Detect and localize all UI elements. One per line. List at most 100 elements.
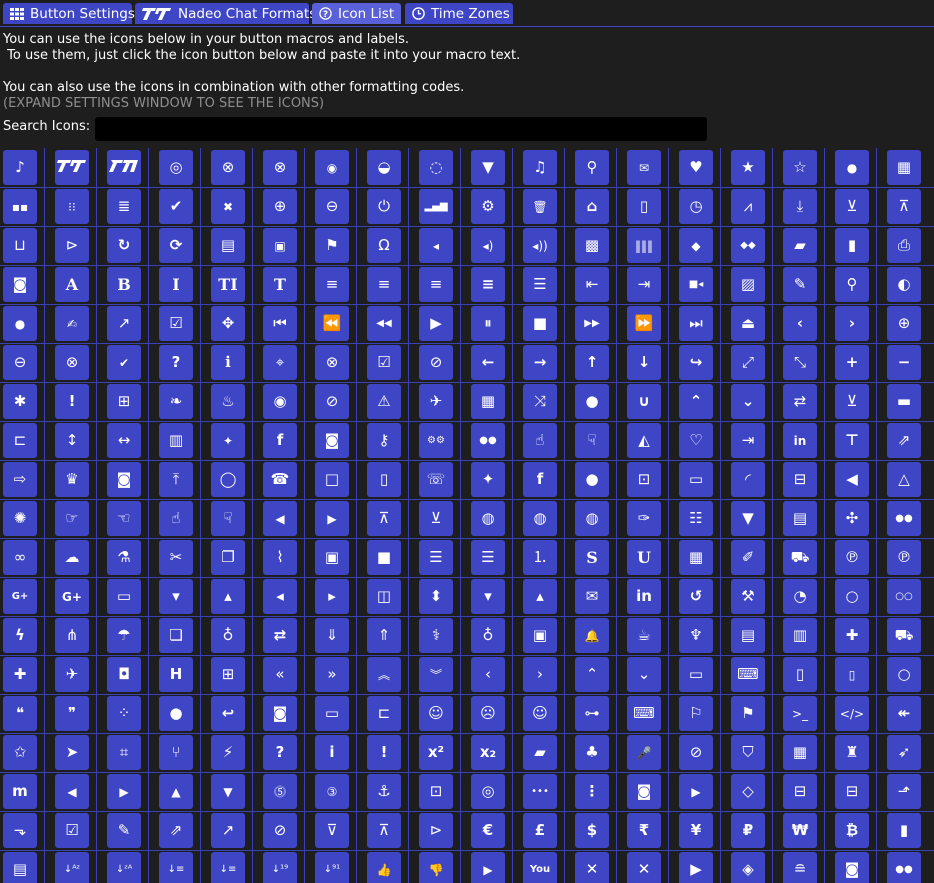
html5-icon-button[interactable]: ⓹ xyxy=(263,774,297,809)
arrow-circle-up-icon-button[interactable]: ⊼ xyxy=(887,189,921,224)
stack-overflow-icon-button[interactable]: ≘ xyxy=(783,852,817,883)
youtube-icon-button[interactable]: You xyxy=(523,852,557,883)
star-half-icon-button[interactable]: ◭ xyxy=(627,423,661,458)
pinterest-square-icon-button[interactable]: ℗ xyxy=(887,540,921,575)
file-icon-button[interactable]: ▮ xyxy=(887,813,921,848)
table-icon-button[interactable]: ▦ xyxy=(679,540,713,575)
step-forward-icon-button[interactable]: ⏭ xyxy=(679,306,713,341)
search-icon-button[interactable]: ⚲ xyxy=(575,150,609,185)
puzzle-piece-icon-button[interactable]: ♣ xyxy=(575,735,609,770)
star-outline-icon-button[interactable]: ☆ xyxy=(783,150,817,185)
tiktok-icon-button[interactable]: ♪ xyxy=(3,150,37,185)
users-icon-button[interactable]: ●● xyxy=(887,501,921,536)
bookmark-icon-button[interactable]: ▮ xyxy=(835,228,869,263)
link-icon-button[interactable]: ∞ xyxy=(3,540,37,575)
ambulance-icon-button[interactable]: ⛟ xyxy=(887,618,921,653)
rupee-icon-button[interactable]: ₹ xyxy=(627,813,661,848)
floppy-icon-button[interactable]: ▣ xyxy=(315,540,349,575)
align-right-icon-button[interactable]: ≡ xyxy=(419,267,453,302)
frown-icon-button[interactable]: ☹ xyxy=(471,696,505,731)
square-icon-button[interactable]: ■ xyxy=(367,540,401,575)
hand-up-icon-button[interactable]: ☝ xyxy=(159,501,193,536)
quote-left-icon-button[interactable]: ❝ xyxy=(3,696,37,731)
text-width-icon-button[interactable]: T xyxy=(263,267,297,302)
css3-icon-button[interactable]: ③ xyxy=(315,774,349,809)
volume-down-icon-button[interactable]: ◂) xyxy=(471,228,505,263)
envelope-outline-icon-button[interactable]: ✉ xyxy=(627,150,661,185)
spiral-icon-button[interactable]: ◎ xyxy=(159,150,193,185)
trackmania-logo-icon-button[interactable] xyxy=(55,150,89,185)
heart-outline-icon-button[interactable]: ♡ xyxy=(679,423,713,458)
gift-icon-button[interactable]: ⊞ xyxy=(107,384,141,419)
play-circle-icon-button[interactable]: ⊳ xyxy=(55,228,89,263)
external-link-square-icon-button[interactable]: ⇗ xyxy=(159,813,193,848)
paperclip-icon-button[interactable]: ⌇ xyxy=(263,540,297,575)
mobile-icon-button[interactable]: ▯ xyxy=(835,657,869,692)
eraser-icon-button[interactable]: ▰ xyxy=(523,735,557,770)
facebook-icon-button[interactable]: f xyxy=(523,462,557,497)
sort-icon-button[interactable]: ⬍ xyxy=(419,579,453,614)
exclamation-circle-icon-button[interactable]: ! xyxy=(55,384,89,419)
arrow-left-icon-button[interactable]: ← xyxy=(471,345,505,380)
minus-square-icon-button[interactable]: ⊟ xyxy=(783,774,817,809)
desktop-icon-button[interactable]: ▭ xyxy=(679,657,713,692)
tab-button-settings[interactable]: Button Settings xyxy=(3,3,135,24)
folder-open-outline-icon-button[interactable]: ⊏ xyxy=(367,696,401,731)
bullseye-icon-button[interactable]: ◎ xyxy=(471,774,505,809)
arrow-right-icon-button[interactable]: → xyxy=(523,345,557,380)
linkedin-icon-button[interactable]: in xyxy=(627,579,661,614)
gavel-icon-button[interactable]: ⚒ xyxy=(731,579,765,614)
phone-square-icon-button[interactable]: ☏ xyxy=(419,462,453,497)
fire-extinguisher-icon-button[interactable]: ♜ xyxy=(835,735,869,770)
anchor-icon-button[interactable]: ⚓ xyxy=(367,774,401,809)
tablet-icon-button[interactable]: ▯ xyxy=(783,657,817,692)
check-square-icon-button[interactable]: ☑ xyxy=(159,306,193,341)
share-icon-button[interactable]: ↪ xyxy=(679,345,713,380)
instagram-icon-button[interactable]: ◙ xyxy=(835,852,869,883)
bell-outline-icon-button[interactable]: △ xyxy=(887,462,921,497)
tab-time-zones[interactable]: Time Zones xyxy=(405,3,513,24)
reply-all-icon-button[interactable]: ↞ xyxy=(887,696,921,731)
building-icon-button[interactable]: ▥ xyxy=(783,618,817,653)
caret-square-right-icon-button[interactable]: ⊳ xyxy=(419,813,453,848)
ellipsis-h-icon-button[interactable]: ••• xyxy=(523,774,557,809)
caret-right-icon-button[interactable]: ▸ xyxy=(315,579,349,614)
comment-outline-icon-button[interactable]: ○ xyxy=(835,579,869,614)
unlock-alt-icon-button[interactable]: ⊡ xyxy=(419,774,453,809)
fast-backward-icon-button[interactable]: ⏪ xyxy=(315,306,349,341)
phone-icon-button[interactable]: ☎ xyxy=(263,462,297,497)
film-icon-button[interactable]: ▦ xyxy=(887,150,921,185)
rocket-icon-button[interactable]: ➶ xyxy=(887,735,921,770)
sort-numeric-desc-icon-button[interactable]: ↓⁹¹ xyxy=(315,852,349,883)
minus-square-outline-icon-button[interactable]: ⊟ xyxy=(835,774,869,809)
arrow-circle-down-icon-button[interactable]: ⊻ xyxy=(419,501,453,536)
check-circle-outline-icon-button[interactable]: ☑ xyxy=(367,345,401,380)
thumbs-up-icon-button[interactable]: 👍 xyxy=(367,852,401,883)
bold-icon-button[interactable]: B xyxy=(107,267,141,302)
plus-icon-button[interactable]: + xyxy=(835,345,869,380)
volume-up-icon-button[interactable]: ◂)) xyxy=(523,228,557,263)
globe-2-icon-button[interactable]: ◍ xyxy=(523,501,557,536)
eject-icon-button[interactable]: ⏏ xyxy=(731,306,765,341)
sort-alpha-desc-icon-button[interactable]: ↓ᶻᴬ xyxy=(107,852,141,883)
spinner-icon-button[interactable]: ⁘ xyxy=(107,696,141,731)
stop-icon-button[interactable]: ■ xyxy=(523,306,557,341)
caret-square-up-icon-button[interactable]: ⊼ xyxy=(367,813,401,848)
thumb-tack-icon-button[interactable]: ⊤ xyxy=(835,423,869,458)
umbrella-icon-button[interactable]: ☂ xyxy=(107,618,141,653)
lock-icon-button[interactable]: ▣ xyxy=(263,228,297,263)
gbp-icon-button[interactable]: £ xyxy=(523,813,557,848)
quote-right-icon-button[interactable]: ❞ xyxy=(55,696,89,731)
asterisk-icon-button[interactable]: ✱ xyxy=(3,384,37,419)
facebook-square-icon-button[interactable]: f xyxy=(263,423,297,458)
bookmark-outline-icon-button[interactable]: ▯ xyxy=(367,462,401,497)
info-circle-icon-button[interactable]: ℹ xyxy=(211,345,245,380)
flask-icon-button[interactable]: ⚗ xyxy=(107,540,141,575)
crosshairs-icon-button[interactable]: ⌖ xyxy=(263,345,297,380)
arrow-up-icon-button[interactable]: ↑ xyxy=(575,345,609,380)
xbox-logo-icon-button[interactable]: ◒ xyxy=(367,150,401,185)
outdent-icon-button[interactable]: ⇤ xyxy=(575,267,609,302)
cloud-upload-icon-button[interactable]: ⇑ xyxy=(367,618,401,653)
times-icon-button[interactable]: ✖ xyxy=(211,189,245,224)
code-icon-button[interactable]: </> xyxy=(835,696,869,731)
